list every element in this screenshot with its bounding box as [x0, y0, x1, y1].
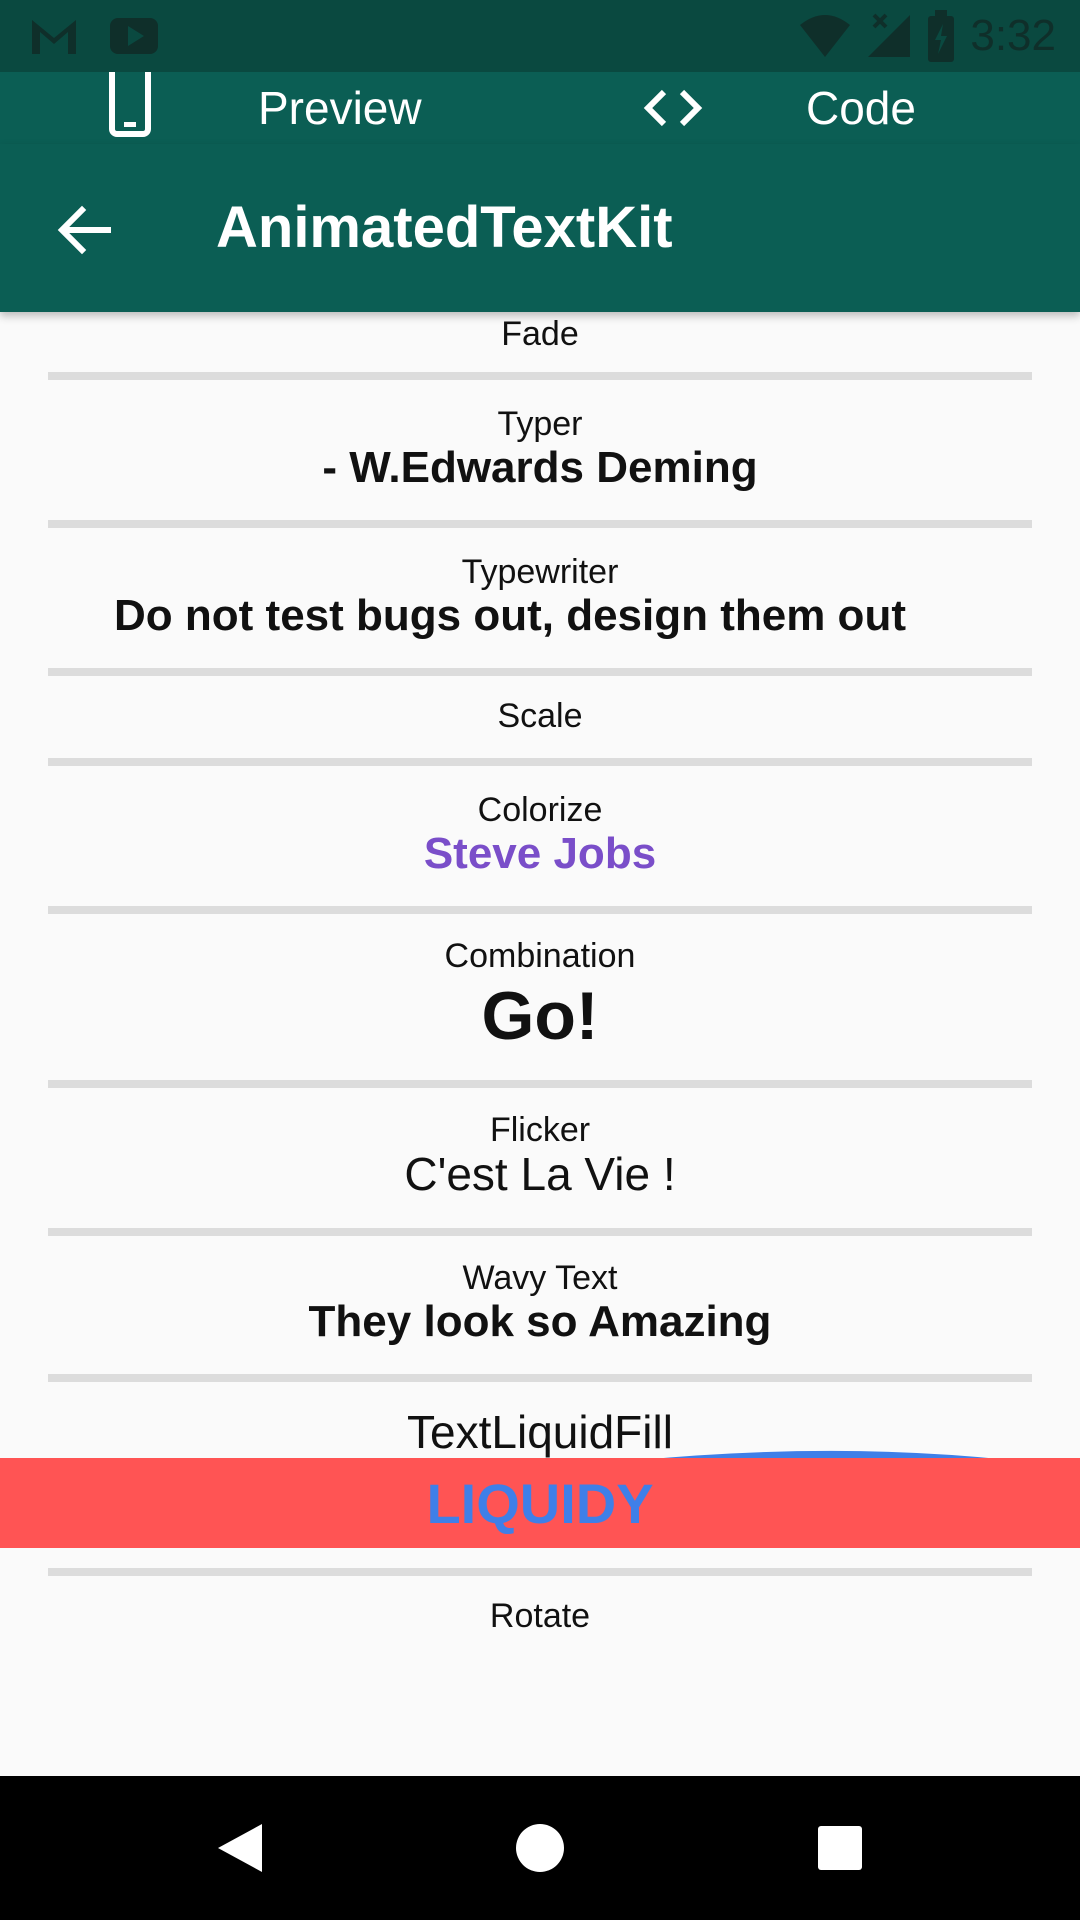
- list-item-rotate[interactable]: Rotate: [0, 1596, 1080, 1636]
- item-label: Colorize: [477, 791, 603, 829]
- item-value: Steve Jobs: [423, 829, 657, 878]
- item-label: Wavy Text: [462, 1259, 618, 1297]
- list-item-combination[interactable]: Combination Go!: [0, 936, 1080, 1056]
- nav-home-icon[interactable]: [514, 1822, 566, 1874]
- gmail-icon: [32, 20, 76, 54]
- tab-code-label: Code: [806, 82, 916, 134]
- code-icon: [643, 89, 703, 127]
- animation-list: Fade Typer - W.Edwards Deming Typewriter…: [0, 312, 1080, 1776]
- list-item-typewriter[interactable]: Typewriter Do not test bugs out, design …: [0, 552, 1080, 640]
- phone-icon: [109, 72, 151, 137]
- item-label: Typer: [497, 405, 583, 443]
- item-label: Combination: [444, 937, 636, 975]
- list-item-wavy-text[interactable]: Wavy Text They look so Amazing: [0, 1258, 1080, 1346]
- battery-icon: [928, 10, 955, 62]
- item-label: Scale: [497, 697, 583, 735]
- tab-preview-label: Preview: [258, 82, 422, 134]
- liquid-fill-text: LIQUIDY: [426, 1471, 654, 1535]
- list-item-flicker[interactable]: Flicker C'est La Vie !: [0, 1110, 1080, 1198]
- status-time: 3:32: [970, 11, 1056, 60]
- item-value: - W.Edwards Deming: [322, 443, 758, 492]
- item-label: Typewriter: [461, 553, 619, 591]
- item-value: Go!: [481, 978, 599, 1054]
- nav-back-icon[interactable]: [214, 1822, 264, 1874]
- divider: [48, 1080, 1032, 1088]
- item-value: C'est La Vie !: [404, 1148, 676, 1200]
- divider: [48, 668, 1032, 676]
- status-bar: 3:32: [0, 0, 1080, 72]
- item-value: They look so Amazing: [308, 1297, 772, 1346]
- signal-icon: [868, 13, 911, 57]
- item-value: Do not test bugs out, design them out: [114, 591, 906, 640]
- item-label: Fade: [501, 315, 579, 353]
- item-label: Rotate: [489, 1597, 591, 1635]
- list-item-scale[interactable]: Scale: [0, 696, 1080, 736]
- preview-code-tabbar: Preview Code: [0, 72, 1080, 144]
- divider: [48, 520, 1032, 528]
- system-nav-bar: [0, 1776, 1080, 1920]
- tab-code[interactable]: Code: [640, 72, 916, 144]
- divider: [48, 372, 1032, 380]
- divider: [48, 1228, 1032, 1236]
- item-label: Flicker: [489, 1111, 591, 1149]
- tab-preview[interactable]: Preview: [106, 72, 422, 144]
- youtube-icon: [110, 18, 158, 54]
- app-bar: AnimatedTextKit: [0, 144, 1080, 312]
- divider: [48, 1568, 1032, 1576]
- page-title: AnimatedTextKit: [216, 195, 673, 260]
- arrow-back-icon[interactable]: [56, 202, 112, 258]
- list-item-typer[interactable]: Typer - W.Edwards Deming: [0, 404, 1080, 492]
- list-item-fade[interactable]: Fade: [0, 312, 1080, 354]
- divider: [48, 1374, 1032, 1382]
- divider: [48, 758, 1032, 766]
- wifi-icon: [800, 15, 851, 57]
- list-item-colorize[interactable]: Colorize Steve Jobs: [0, 790, 1080, 878]
- divider: [48, 906, 1032, 914]
- nav-recents-icon[interactable]: [816, 1824, 864, 1872]
